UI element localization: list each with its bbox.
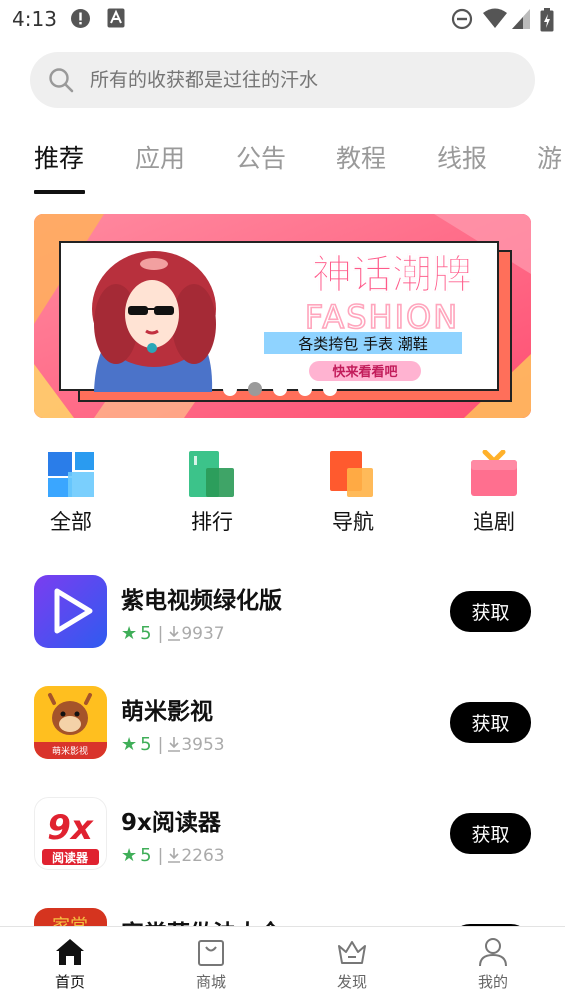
app-name: 萌米影视 bbox=[121, 699, 213, 725]
app-meta: ★ 5 | 2263 bbox=[121, 845, 225, 866]
dnd-icon bbox=[451, 8, 473, 30]
search-input[interactable] bbox=[90, 52, 520, 108]
tab-tutorials[interactable]: 教程 bbox=[336, 139, 386, 175]
app-name: 9x阅读器 bbox=[121, 810, 221, 836]
category-label: 全部 bbox=[50, 510, 92, 534]
carousel-dot-active[interactable] bbox=[248, 382, 262, 396]
tab-announcements[interactable]: 公告 bbox=[236, 139, 286, 175]
banner-subtitle: FASHION bbox=[305, 298, 459, 336]
app-rating: 5 bbox=[140, 734, 152, 755]
tab-apps[interactable]: 应用 bbox=[135, 139, 185, 175]
app-list-item[interactable]: 萌米影视 萌米影视 ★ 5 | 3953 获取 bbox=[0, 686, 565, 786]
tab-games[interactable]: 游 bbox=[537, 139, 562, 175]
category-tabs: 推荐 应用 公告 教程 线报 游 bbox=[0, 135, 565, 197]
download-icon bbox=[168, 848, 181, 863]
star-icon: ★ bbox=[121, 734, 138, 755]
banner-cta: 快来看看吧 bbox=[332, 364, 397, 380]
play-icon bbox=[34, 575, 107, 648]
svg-text:9x: 9x bbox=[47, 808, 94, 848]
signal-icon bbox=[512, 9, 530, 29]
app-meta: ★ 5 | 3953 bbox=[121, 734, 225, 755]
nav-shop[interactable]: 商城 bbox=[171, 937, 251, 992]
alert-circle-icon bbox=[71, 9, 90, 28]
girl-illustration bbox=[92, 251, 216, 392]
tab-recommend[interactable]: 推荐 bbox=[34, 139, 84, 175]
app-meta: ★ 5 | 9937 bbox=[121, 623, 225, 644]
divider: | bbox=[157, 846, 164, 866]
user-icon bbox=[479, 938, 507, 967]
bottom-navigation: 首页 商城 发现 我的 bbox=[0, 926, 565, 1004]
nav-label: 发现 bbox=[336, 973, 367, 991]
status-bar: 4:13 bbox=[0, 0, 565, 38]
nav-label: 商城 bbox=[195, 973, 226, 991]
carousel-dot[interactable] bbox=[298, 382, 312, 396]
divider: | bbox=[157, 735, 164, 755]
promo-banner[interactable]: 神话潮牌 FASHION 各类挎包 手表 潮鞋 快来看看吧 bbox=[34, 214, 531, 418]
font-a-icon bbox=[107, 8, 125, 28]
status-time: 4:13 bbox=[12, 7, 57, 31]
search-bar[interactable] bbox=[30, 52, 535, 108]
app-list-item[interactable]: 紫电视频绿化版 ★ 5 | 9937 获取 bbox=[0, 575, 565, 675]
camel-icon: 萌米影视 bbox=[34, 686, 107, 759]
category-ranking[interactable]: 排行 bbox=[167, 450, 257, 536]
navigation-icon bbox=[330, 451, 373, 497]
app-downloads: 9937 bbox=[181, 624, 225, 644]
banner-title: 神话潮牌 bbox=[312, 252, 472, 298]
category-label: 追剧 bbox=[473, 510, 515, 534]
nav-label: 首页 bbox=[54, 973, 85, 991]
category-label: 排行 bbox=[191, 510, 233, 534]
divider: | bbox=[157, 624, 164, 644]
search-icon bbox=[49, 68, 74, 93]
carousel-dot[interactable] bbox=[323, 382, 337, 396]
9x-reader-icon: 9x 阅读器 bbox=[34, 797, 107, 870]
ranking-icon bbox=[189, 451, 234, 497]
home-icon bbox=[56, 939, 84, 965]
app-list-item[interactable]: 9x 阅读器 9x阅读器 ★ 5 | 2263 获取 bbox=[0, 797, 565, 897]
svg-text:萌米影视: 萌米影视 bbox=[52, 745, 88, 757]
bag-icon bbox=[198, 940, 224, 966]
banner-tagline: 各类挎包 手表 潮鞋 bbox=[298, 335, 428, 353]
active-tab-indicator bbox=[34, 190, 85, 194]
app-downloads: 3953 bbox=[181, 735, 225, 755]
carousel-dot[interactable] bbox=[223, 382, 237, 396]
download-icon bbox=[168, 737, 181, 752]
star-icon: ★ bbox=[121, 845, 138, 866]
grid-icon bbox=[48, 452, 94, 497]
carousel-dot[interactable] bbox=[273, 382, 287, 396]
app-rating: 5 bbox=[140, 845, 152, 866]
app-downloads: 2263 bbox=[181, 846, 225, 866]
svg-text:阅读器: 阅读器 bbox=[52, 850, 89, 865]
get-button[interactable]: 获取 bbox=[450, 813, 531, 854]
crown-icon bbox=[338, 941, 366, 964]
category-navigation[interactable]: 导航 bbox=[308, 450, 398, 536]
nav-discover[interactable]: 发现 bbox=[312, 937, 392, 992]
tab-deals[interactable]: 线报 bbox=[437, 139, 487, 175]
download-icon bbox=[168, 626, 181, 641]
nav-profile[interactable]: 我的 bbox=[453, 937, 533, 992]
get-button[interactable]: 获取 bbox=[450, 591, 531, 632]
battery-icon bbox=[540, 8, 554, 32]
star-icon: ★ bbox=[121, 623, 138, 644]
tv-icon bbox=[471, 450, 517, 496]
get-button[interactable]: 获取 bbox=[450, 702, 531, 743]
nav-home[interactable]: 首页 bbox=[30, 937, 110, 992]
wifi-icon bbox=[483, 8, 507, 28]
app-name: 紫电视频绿化版 bbox=[121, 588, 282, 614]
nav-label: 我的 bbox=[477, 973, 508, 991]
category-series[interactable]: 追剧 bbox=[449, 450, 539, 536]
app-rating: 5 bbox=[140, 623, 152, 644]
category-all[interactable]: 全部 bbox=[26, 450, 116, 536]
category-label: 导航 bbox=[332, 510, 374, 534]
